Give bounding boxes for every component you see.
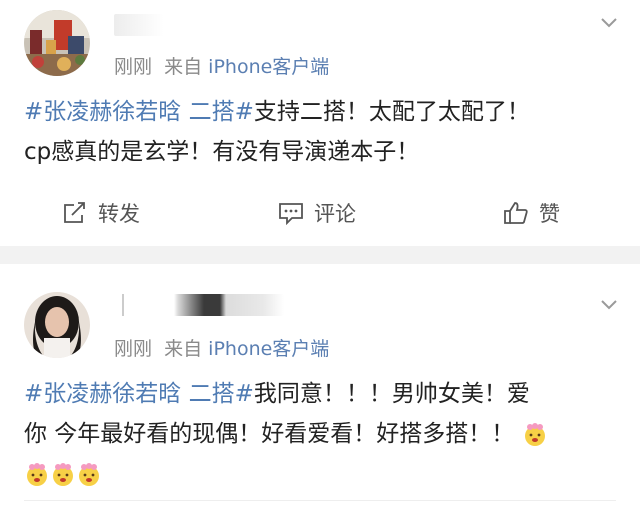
repost-label: 转发 — [98, 202, 140, 226]
comment-button[interactable]: 评论 — [278, 198, 356, 228]
user-avatar[interactable] — [24, 292, 90, 358]
flower-face-emoji — [53, 462, 73, 486]
thumbs-up-icon — [504, 202, 528, 224]
post-from: 来自 — [164, 56, 203, 78]
user-avatar[interactable] — [24, 10, 90, 76]
like-button[interactable]: 赞 — [503, 198, 560, 228]
chevron-down-icon[interactable] — [600, 14, 618, 32]
post-meta: 刚刚 来自 iPhone客户端 — [114, 334, 329, 361]
topic-link[interactable]: #张凌赫徐若晗 二搭# — [24, 381, 254, 407]
post-text-line1: 支持二搭！太配了太配了！ — [253, 99, 530, 125]
post-source[interactable]: iPhone客户端 — [208, 338, 329, 360]
comment-label: 评论 — [314, 202, 356, 226]
post-text-line2: 你 今年最好看的现偶！好看爱看！好搭多搭！！ — [24, 421, 515, 447]
divider — [24, 500, 616, 501]
post-meta: 刚刚 来自 iPhone客户端 — [114, 52, 329, 79]
post-from: 来自 — [164, 338, 203, 360]
post-text: #张凌赫徐若晗 二搭#我同意！！！男帅女美！爱 你 今年最好看的现偶！好看爱看！… — [24, 374, 624, 494]
weibo-post-1: 刚刚 来自 iPhone客户端 #张凌赫徐若晗 二搭#支持二搭！太配了太配了！ … — [0, 0, 640, 246]
flower-face-emoji — [27, 462, 47, 486]
username-redacted[interactable] — [114, 294, 284, 316]
comment-icon — [279, 203, 303, 225]
repost-icon — [64, 202, 85, 223]
repost-button[interactable]: 转发 — [62, 198, 140, 228]
weibo-post-2: 刚刚 来自 iPhone客户端 #张凌赫徐若晗 二搭#我同意！！！男帅女美！爱 … — [0, 264, 640, 507]
flower-face-emoji — [524, 422, 545, 446]
post-separator — [0, 246, 640, 264]
username-redacted[interactable] — [114, 14, 164, 36]
post-actions: 转发 评论 赞 — [0, 184, 640, 244]
like-label: 赞 — [539, 202, 560, 226]
topic-link[interactable]: #张凌赫徐若晗 二搭# — [24, 99, 254, 125]
post-text-line1: 我同意！！！男帅女美！爱 — [253, 381, 530, 407]
flower-face-emoji — [79, 462, 99, 486]
post-text: #张凌赫徐若晗 二搭#支持二搭！太配了太配了！ cp感真的是玄学！有没有导演递本… — [24, 92, 624, 172]
chevron-down-icon[interactable] — [600, 296, 618, 314]
post-source[interactable]: iPhone客户端 — [208, 56, 329, 78]
post-time: 刚刚 — [114, 338, 153, 360]
post-text-line2: cp感真的是玄学！有没有导演递本子！ — [24, 139, 420, 165]
post-time: 刚刚 — [114, 56, 153, 78]
